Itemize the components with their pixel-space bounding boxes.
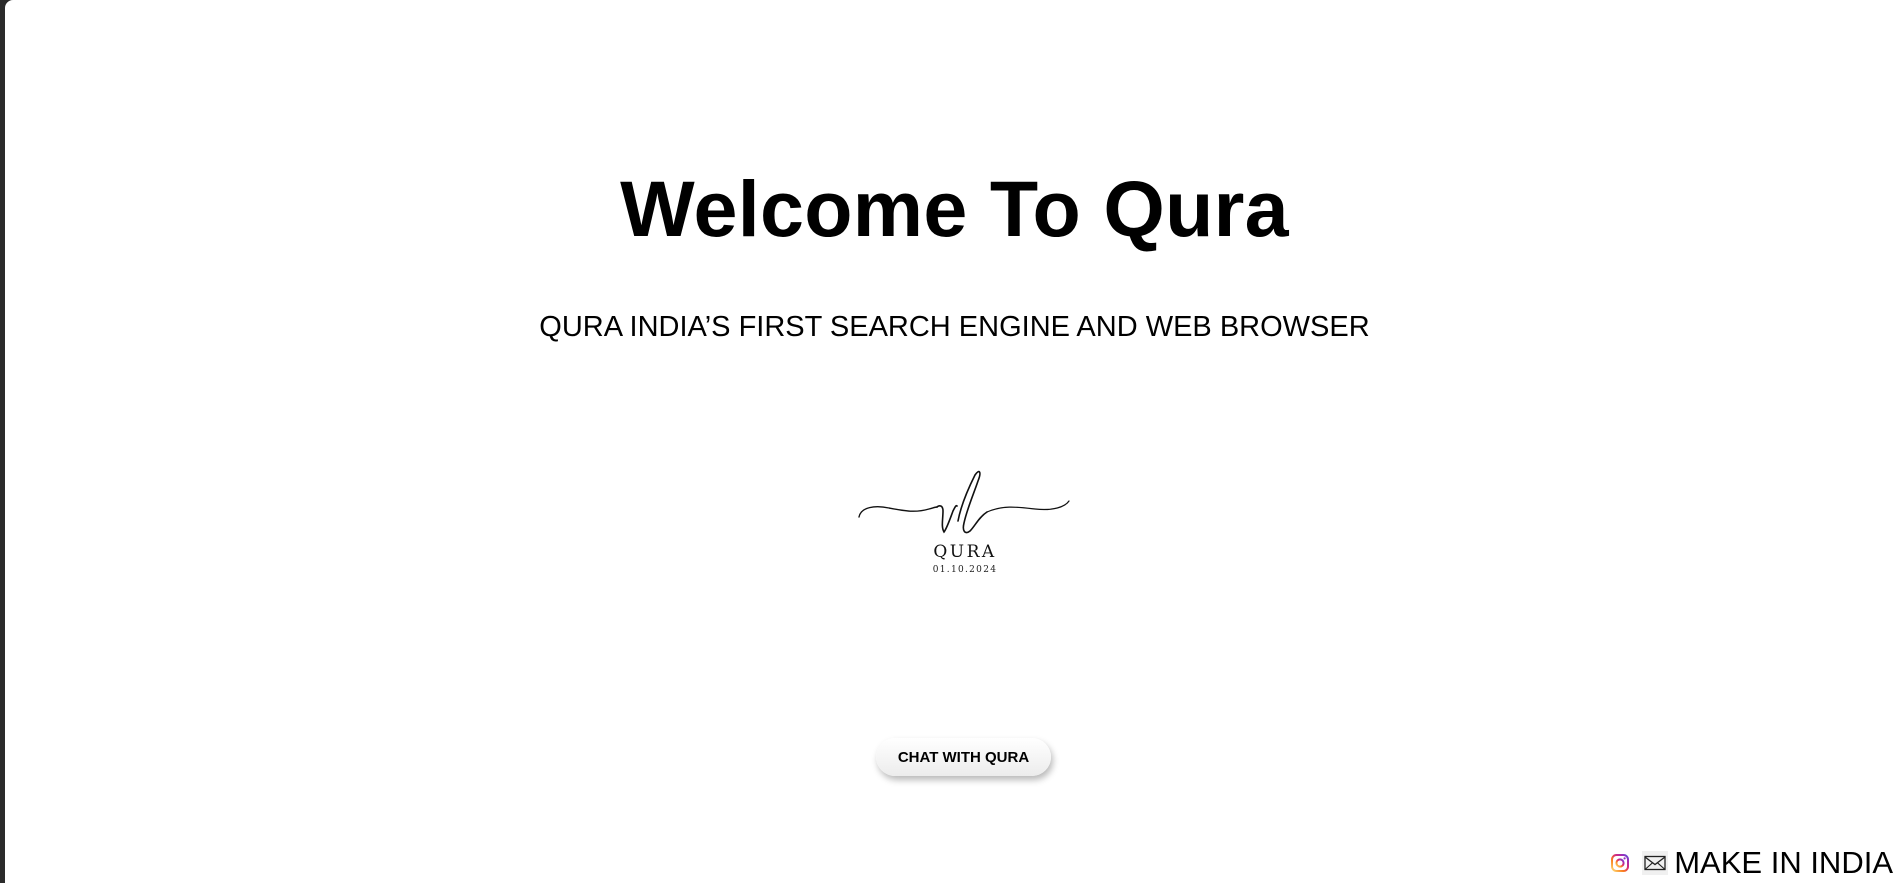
- chat-with-qura-button[interactable]: CHAT WITH QURA: [876, 738, 1051, 776]
- mail-icon[interactable]: [1642, 851, 1669, 875]
- footer: MAKE IN INDIA: [1610, 845, 1893, 881]
- page-title: Welcome To Qura: [620, 164, 1289, 253]
- page: Welcome To Qura QURA INDIA’S FIRST SEARC…: [5, 0, 1904, 883]
- logo-date: 01.10.2024: [932, 565, 998, 575]
- instagram-icon[interactable]: [1610, 853, 1630, 873]
- logo-name: QURA: [933, 542, 997, 562]
- page-subtitle: QURA INDIA’S FIRST SEARCH ENGINE AND WEB…: [539, 311, 1370, 343]
- make-in-india-label: MAKE IN INDIA: [1674, 845, 1893, 880]
